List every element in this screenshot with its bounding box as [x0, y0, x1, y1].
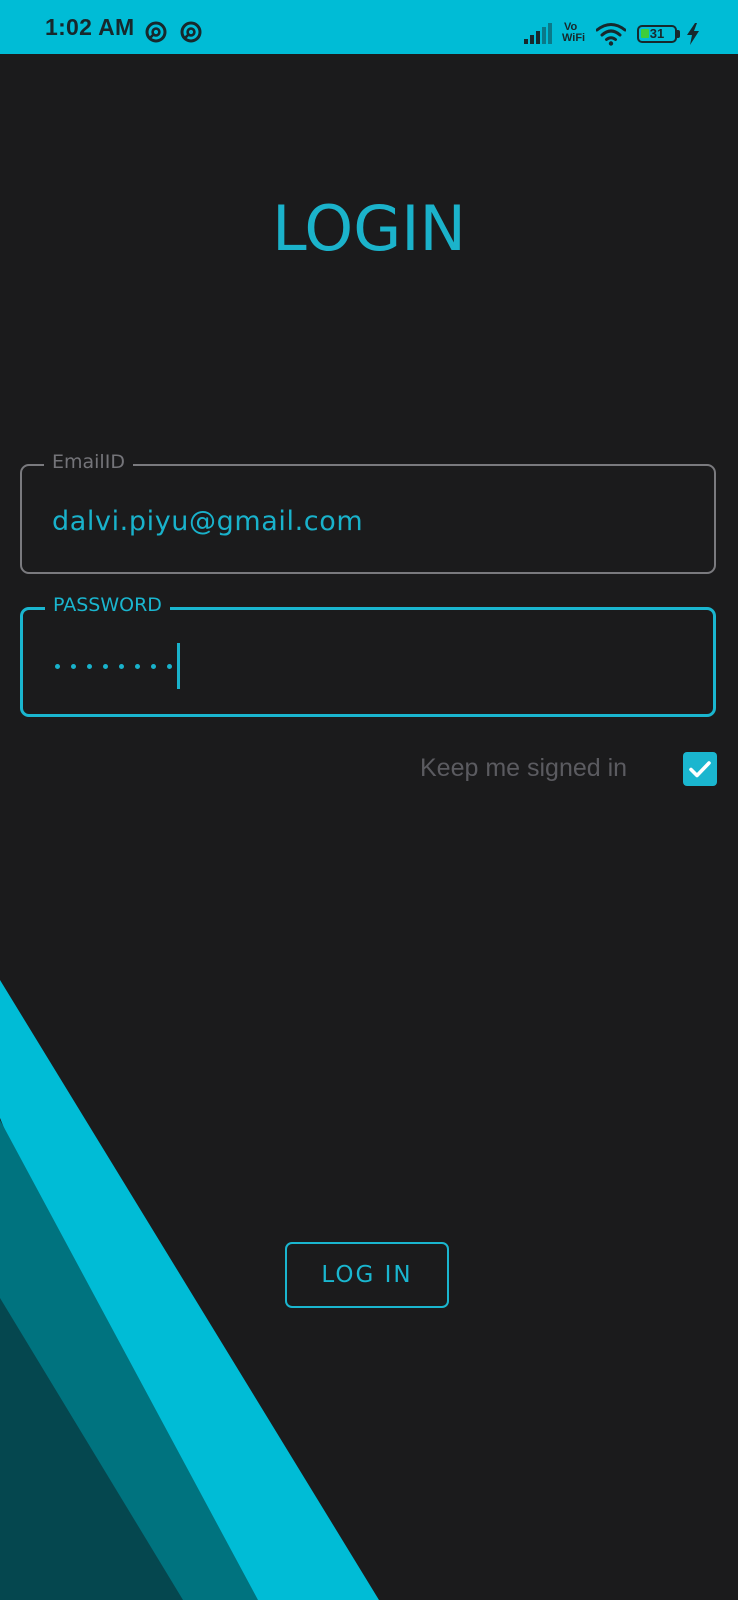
status-time: 1:02 AM [45, 14, 135, 40]
password-mask-dot [119, 663, 124, 669]
password-mask-dot [71, 663, 76, 669]
status-bar: 1:02 AM Vo WiFi 31 [0, 0, 738, 54]
email-field[interactable]: EmailID dalvi.piyu@gmail.com [20, 450, 716, 574]
checkmark-icon [689, 761, 711, 778]
keep-signed-in-label: Keep me signed in [420, 754, 628, 782]
battery-icon: 31 [637, 25, 677, 43]
email-input[interactable]: dalvi.piyu@gmail.com [52, 506, 363, 537]
password-mask-dot [135, 663, 140, 669]
password-field-label: PASSWORD [45, 593, 170, 617]
password-mask-dot [103, 663, 108, 669]
battery-level: 31 [649, 26, 665, 41]
password-mask-dot [151, 663, 156, 669]
login-button[interactable]: LOG IN [285, 1242, 449, 1308]
password-input[interactable] [55, 640, 180, 692]
wifi-label: WiFi [562, 32, 586, 44]
charging-bolt-icon [687, 23, 699, 45]
password-field[interactable]: PASSWORD [20, 593, 716, 717]
login-screen: 1:02 AM Vo WiFi 31 LOGIN EmailID dalvi.p… [0, 0, 738, 1600]
vowifi-icon: Vo WiFi [562, 22, 585, 44]
password-mask-dot [87, 663, 92, 669]
keep-signed-in-checkbox[interactable] [683, 752, 717, 786]
email-field-label: EmailID [44, 450, 133, 474]
password-mask-dot [167, 663, 172, 669]
text-cursor [177, 643, 180, 689]
page-title: LOGIN [272, 192, 466, 265]
wifi-icon [596, 23, 626, 46]
at-sign-icon [180, 21, 202, 43]
password-mask-dot [55, 663, 60, 669]
signal-icon [524, 23, 552, 44]
at-sign-icon [145, 21, 167, 43]
battery-tip [677, 30, 680, 38]
